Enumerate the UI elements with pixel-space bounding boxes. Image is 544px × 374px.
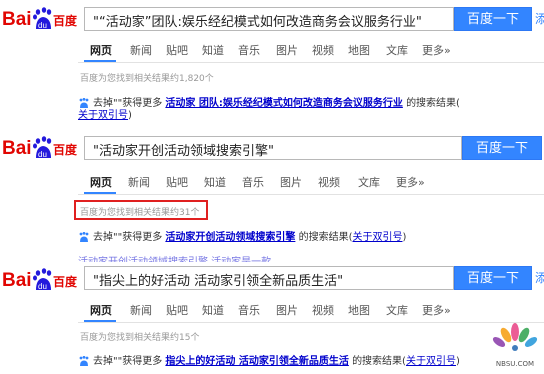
tab-bar: 网页 新闻 贴吧 知道 音乐 图片 视频 文库 更多»: [86, 174, 544, 196]
about-quotes-link[interactable]: 关于双引号: [406, 356, 456, 367]
site-watermark: NBSU.COM: [488, 318, 542, 370]
hint-prefix: 去掉""获得更多: [93, 232, 163, 243]
search-button[interactable]: 百度一下: [462, 136, 542, 160]
about-quotes-link[interactable]: 关于双引号: [352, 232, 402, 243]
peacock-logo-icon: NBSU.COM: [492, 323, 538, 368]
tab-wenku[interactable]: 文库: [386, 302, 408, 318]
edge-text[interactable]: 添: [535, 269, 544, 286]
svg-text:Bai: Bai: [2, 138, 32, 159]
tab-news[interactable]: 新闻: [130, 302, 152, 318]
tab-news[interactable]: 新闻: [130, 42, 152, 58]
tab-news[interactable]: 新闻: [128, 174, 150, 190]
tab-tieba[interactable]: 贴吧: [166, 174, 188, 190]
quote-hint-line2: 关于双引号): [78, 106, 132, 121]
tab-tieba[interactable]: 贴吧: [166, 42, 188, 58]
svg-text:百度: 百度: [53, 13, 78, 28]
tab-video[interactable]: 视频: [312, 42, 334, 58]
tab-map[interactable]: 地图: [348, 42, 370, 58]
hint-close: ): [402, 232, 407, 243]
search-button[interactable]: 百度一下: [454, 266, 532, 290]
search-input[interactable]: "活动家开创活动领域搜索引擎": [84, 136, 462, 160]
tab-music[interactable]: 音乐: [242, 174, 264, 190]
svg-text:du: du: [38, 150, 47, 159]
broad-search-link[interactable]: 指尖上的好活动 活动家引领全新品质生活: [165, 356, 348, 367]
tab-tieba[interactable]: 贴吧: [166, 302, 188, 318]
tab-images[interactable]: 图片: [276, 302, 298, 318]
about-quotes-link[interactable]: 关于双引号: [78, 110, 128, 121]
tab-map[interactable]: 地图: [348, 302, 370, 318]
tab-divider: [78, 62, 544, 63]
tab-web[interactable]: 网页: [90, 42, 112, 58]
result-count: 百度为您找到相关结果约31个: [80, 208, 200, 218]
tab-web[interactable]: 网页: [90, 174, 112, 190]
broad-search-link[interactable]: 活动家 团队:娱乐经纪模式如何改造商务会议服务行业: [165, 98, 402, 109]
baidu-logo[interactable]: Bai du 百度: [2, 264, 80, 296]
tab-more[interactable]: 更多»: [422, 302, 451, 318]
hint-suffix: 的搜索结果(: [298, 232, 353, 243]
tab-music[interactable]: 音乐: [238, 42, 260, 58]
svg-text:du: du: [38, 282, 47, 291]
hint-close: ): [455, 356, 460, 367]
tab-video[interactable]: 视频: [318, 174, 340, 190]
quote-hint: 去掉""获得更多 活动家 团队:娱乐经纪模式如何改造商务会议服务行业 的搜索结果…: [78, 94, 460, 109]
search-input[interactable]: "“活动家”团队:娱乐经纪模式如何改造商务会议服务行业": [84, 7, 454, 31]
hint-suffix: 的搜索结果(: [352, 356, 406, 367]
tab-wenku[interactable]: 文库: [386, 42, 408, 58]
tab-music[interactable]: 音乐: [238, 302, 260, 318]
svg-text:du: du: [38, 21, 47, 30]
tab-web[interactable]: 网页: [90, 302, 112, 318]
svg-text:Bai: Bai: [2, 9, 32, 30]
result-count: 百度为您找到相关结果约15个: [80, 333, 200, 343]
hint-prefix: 去掉""获得更多: [93, 356, 163, 367]
tab-video[interactable]: 视频: [312, 302, 334, 318]
tab-bar: 网页 新闻 贴吧 知道 音乐 图片 视频 地图 文库 更多»: [86, 302, 544, 324]
search-panel-1: Bai du 百度 "“活动家”团队:娱乐经纪模式如何改造商务会议服务行业" 百…: [0, 0, 544, 121]
edge-text[interactable]: 添: [535, 10, 544, 27]
quote-hint: 去掉""获得更多 指尖上的好活动 活动家引领全新品质生活 的搜索结果(关于双引号…: [78, 352, 460, 367]
tab-images[interactable]: 图片: [280, 174, 302, 190]
svg-text:百度: 百度: [53, 142, 78, 157]
tab-zhidao[interactable]: 知道: [202, 42, 224, 58]
tab-images[interactable]: 图片: [276, 42, 298, 58]
result-count: 百度为您找到相关结果约1,820个: [80, 74, 214, 84]
quote-hint: 去掉""获得更多 活动家开创活动领域搜索引擎 的搜索结果(关于双引号): [78, 228, 406, 243]
svg-text:百度: 百度: [53, 274, 78, 289]
svg-text:Bai: Bai: [2, 270, 32, 291]
paw-icon: [79, 231, 89, 242]
broad-search-link[interactable]: 活动家开创活动领域搜索引擎: [165, 232, 295, 243]
hint-close: ): [128, 110, 132, 121]
search-button[interactable]: 百度一下: [454, 7, 532, 31]
paw-icon: [79, 355, 89, 366]
tab-more[interactable]: 更多»: [396, 174, 425, 190]
baidu-logo[interactable]: Bai du 百度: [2, 3, 80, 35]
tab-divider: [78, 194, 544, 195]
search-panel-2: Bai du 百度 "活动家开创活动领域搜索引擎" 百度一下 网页 新闻 贴吧 …: [0, 130, 544, 258]
tab-zhidao[interactable]: 知道: [204, 174, 226, 190]
tab-wenku[interactable]: 文库: [358, 174, 380, 190]
tab-bar: 网页 新闻 贴吧 知道 音乐 图片 视频 地图 文库 更多»: [86, 42, 544, 64]
search-panel-3: Bai du 百度 "指尖上的好活动 活动家引领全新品质生活" 百度一下 添 网…: [0, 262, 544, 371]
tab-divider: [78, 322, 544, 323]
hint-suffix: 的搜索结果(: [406, 98, 460, 109]
tab-more[interactable]: 更多»: [422, 42, 451, 58]
baidu-logo[interactable]: Bai du 百度: [2, 132, 80, 164]
tab-zhidao[interactable]: 知道: [202, 302, 224, 318]
svg-text:NBSU.COM: NBSU.COM: [496, 360, 534, 368]
search-input[interactable]: "指尖上的好活动 活动家引领全新品质生活": [84, 266, 454, 290]
